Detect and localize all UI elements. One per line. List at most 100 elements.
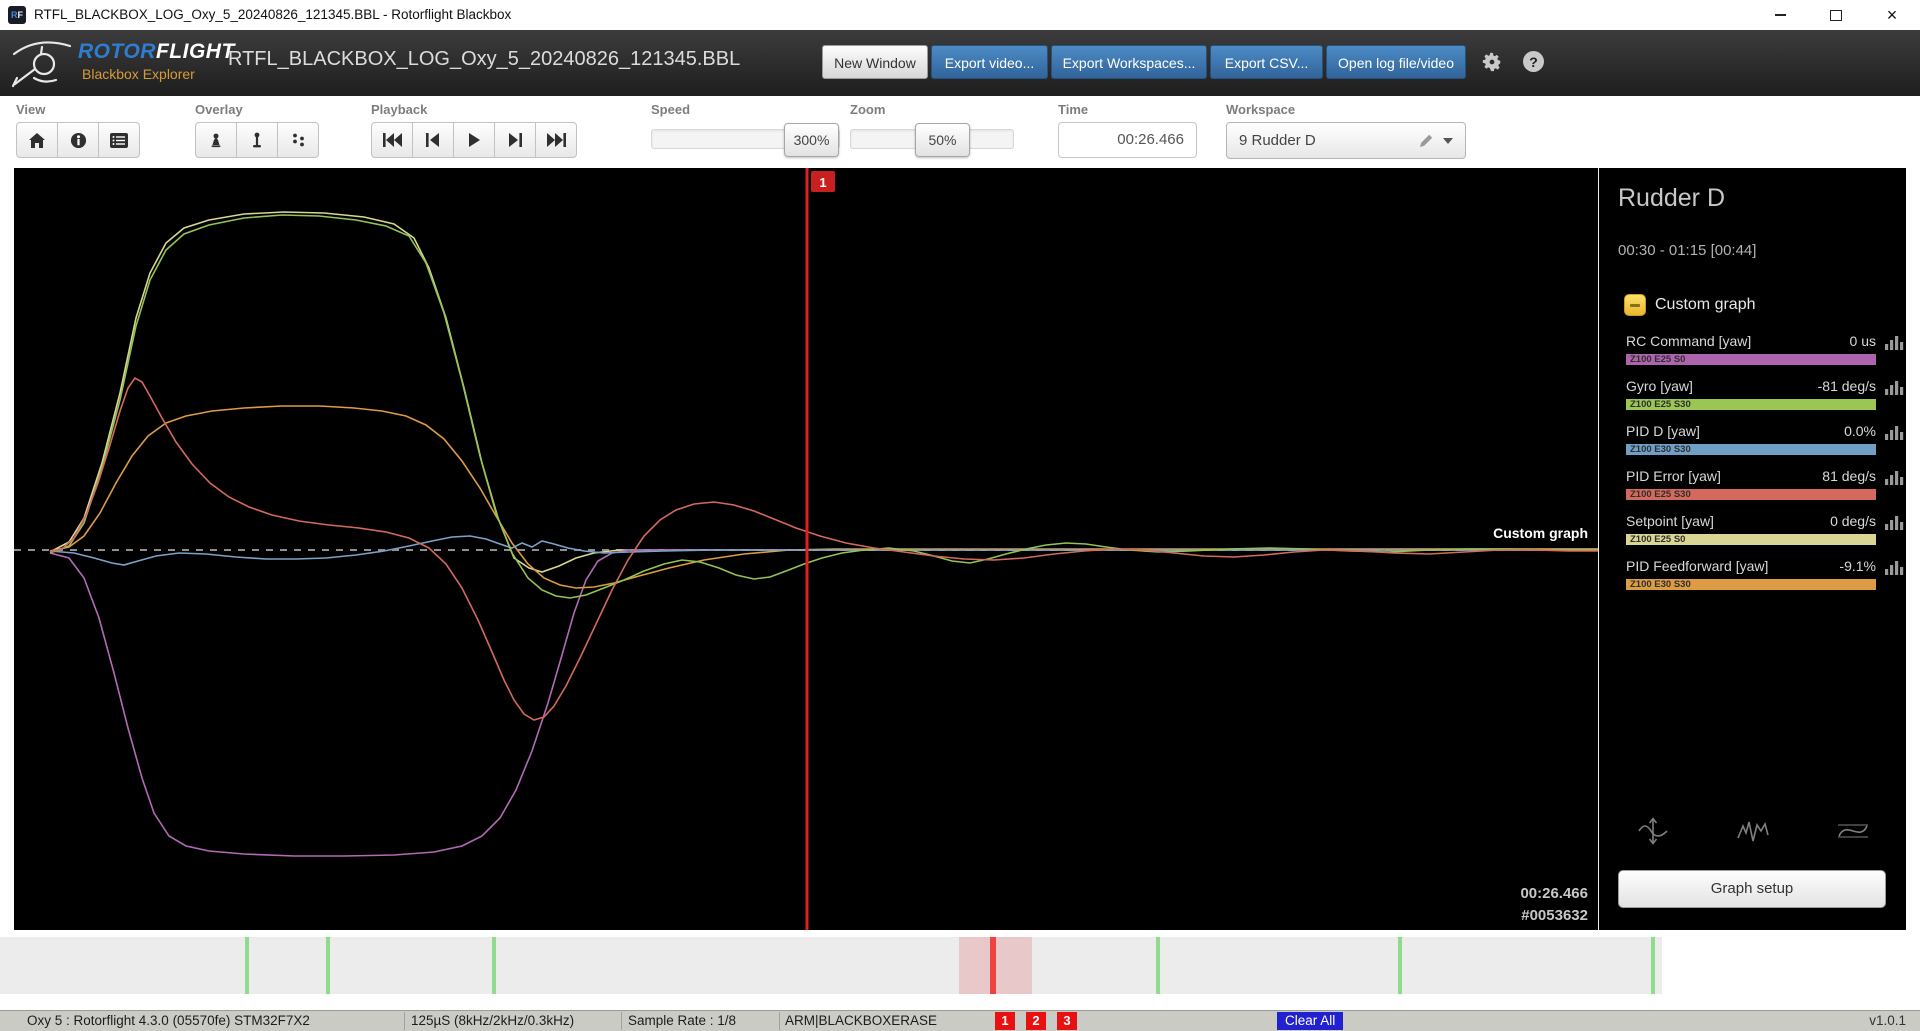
log-fields-icon (110, 132, 128, 148)
legend-field-row[interactable]: Setpoint [yaw] 0 deg/s Z100 E25 S0 (1626, 512, 1904, 555)
playback-group-label: Playback (371, 102, 428, 117)
workspace-select[interactable]: 9 Rudder D (1226, 122, 1466, 159)
status-debug-mode: ARM|BLACKBOXERASE (785, 1013, 938, 1028)
traces (49, 211, 1598, 857)
field-color-bar: Z100 E30 S30 (1626, 444, 1876, 455)
status-firmware: Oxy 5 : Rotorflight 4.3.0 (05570fe) STM3… (27, 1013, 310, 1028)
field-color-bar: Z100 E25 S0 (1626, 534, 1876, 545)
log-index-badge[interactable]: 1 (995, 1012, 1015, 1030)
playback-step-back-button[interactable] (412, 122, 454, 158)
toolbar: View Overlay Playback Speed Zoom Time Wo… (0, 96, 1920, 168)
chart-marker-label: 1 (819, 175, 826, 190)
speed-slider[interactable]: 300% (651, 122, 840, 158)
vertical-zoom-icon[interactable] (1636, 816, 1670, 851)
playback-jump-end-button[interactable] (535, 122, 577, 158)
collapse-graph-button[interactable] (1624, 294, 1646, 316)
craft-icon (211, 133, 221, 147)
graph-area: Custom graph 00:26.466 #0053632 1 Rudder… (14, 168, 1906, 930)
info-icon (70, 132, 86, 148)
seekbar-cursor[interactable] (990, 937, 996, 994)
seekbar[interactable] (0, 937, 1662, 994)
overlay-sticks-button[interactable] (277, 122, 319, 158)
smoothing-icon[interactable] (1836, 816, 1870, 851)
field-name: RC Command [yaw] (1626, 333, 1752, 349)
zoom-slider[interactable]: 50% (850, 122, 1014, 158)
brand-rotor: ROTOR (78, 40, 156, 63)
graph-legend-sidebar: Rudder D 00:30 - 01:15 [00:44] Custom gr… (1598, 168, 1906, 930)
export-csv-button[interactable]: Export CSV... (1210, 45, 1323, 79)
trace-pid-feedforward (49, 405, 1598, 589)
playback-jump-start-button[interactable] (371, 122, 413, 158)
chart-marker-flag[interactable]: 1 (811, 171, 835, 192)
maximize-button[interactable] (1808, 0, 1864, 30)
field-name: Gyro [yaw] (1626, 378, 1693, 394)
log-file-title: RTFL_BLACKBOX_LOG_Oxy_5_20240826_121345.… (228, 48, 741, 70)
field-analyser-icon[interactable] (1885, 426, 1904, 440)
playback-play-button[interactable] (453, 122, 495, 158)
view-log-info-button[interactable] (57, 122, 99, 158)
view-home-button[interactable] (16, 122, 58, 158)
overlay-group-label: Overlay (195, 102, 243, 117)
zoom-slider-thumb[interactable]: 50% (915, 123, 970, 157)
field-color-bar: Z100 E25 S30 (1626, 399, 1876, 410)
view-log-fields-button[interactable] (98, 122, 140, 158)
workspace-value: 9 Rudder D (1239, 132, 1316, 149)
workspace-title: Rudder D (1618, 184, 1725, 212)
legend-field-row[interactable]: PID Error [yaw] 81 deg/s Z100 E25 S30 (1626, 467, 1904, 510)
brand-name: ROTORFLIGHT (78, 40, 235, 64)
app-icon: RF (8, 6, 26, 24)
custom-graph-group-header[interactable]: Custom graph (1624, 294, 1756, 316)
minimize-icon (1774, 14, 1786, 16)
app-icon-f: F (17, 10, 24, 20)
step-back-icon (426, 133, 439, 147)
help-icon[interactable]: ? (1523, 51, 1544, 72)
field-analyser-icon[interactable] (1885, 336, 1904, 350)
legend-field-row[interactable]: RC Command [yaw] 0 us Z100 E25 S0 (1626, 332, 1904, 375)
overlay-stick-button[interactable] (236, 122, 278, 158)
trace-rc-command (49, 548, 1598, 857)
field-analyser-icon[interactable] (1885, 561, 1904, 575)
field-value: 0.0% (1844, 423, 1876, 439)
playback-step-forward-button[interactable] (494, 122, 536, 158)
legend-field-row[interactable]: PID Feedforward [yaw] -9.1% Z100 E30 S30 (1626, 557, 1904, 600)
field-analyser-icon[interactable] (1885, 516, 1904, 530)
time-input[interactable]: 00:26.466 (1058, 122, 1197, 158)
export-video-button[interactable]: Export video... (931, 45, 1048, 79)
field-analyser-icon[interactable] (1885, 471, 1904, 485)
new-window-button[interactable]: New Window (822, 45, 928, 79)
speed-slider-thumb[interactable]: 300% (784, 123, 839, 157)
expression-waveform-icon[interactable] (1736, 816, 1770, 851)
settings-gear-icon[interactable] (1481, 51, 1503, 78)
chart-cursor-time: 00:26.466 (1520, 885, 1588, 902)
jump-start-icon (382, 133, 402, 147)
legend-tool-icons (1626, 816, 1880, 851)
log-time-range: 00:30 - 01:15 [00:44] (1618, 242, 1757, 259)
field-value: 0 us (1849, 333, 1876, 349)
chart-canvas[interactable]: Custom graph 00:26.466 #0053632 1 (14, 168, 1598, 930)
overlay-craft-button[interactable] (195, 122, 237, 158)
minus-icon (1630, 303, 1640, 307)
home-icon (29, 132, 45, 148)
legend-field-row[interactable]: Gyro [yaw] -81 deg/s Z100 E25 S30 (1626, 377, 1904, 420)
clear-all-button[interactable]: Clear All (1277, 1012, 1344, 1030)
seekbar-event-marker (1398, 937, 1402, 994)
seekbar-event-marker (326, 937, 330, 994)
close-button[interactable]: × (1864, 0, 1920, 30)
export-workspaces-button[interactable]: Export Workspaces... (1051, 45, 1207, 79)
log-index-badge[interactable]: 3 (1057, 1012, 1077, 1030)
legend-field-row[interactable]: PID D [yaw] 0.0% Z100 E30 S30 (1626, 422, 1904, 465)
status-divider (404, 1012, 405, 1030)
window-title: RTFL_BLACKBOX_LOG_Oxy_5_20240826_121345.… (34, 7, 512, 22)
log-index-badge[interactable]: 2 (1026, 1012, 1046, 1030)
speed-group-label: Speed (651, 102, 691, 117)
field-value: -9.1% (1839, 558, 1876, 574)
step-forward-icon (509, 133, 522, 147)
open-log-button[interactable]: Open log file/video (1326, 45, 1466, 79)
field-tag: Z100 E25 S0 (1630, 534, 1686, 545)
close-icon: × (1886, 5, 1898, 25)
graph-setup-button[interactable]: Graph setup (1618, 870, 1886, 908)
field-tag: Z100 E25 S0 (1630, 354, 1686, 365)
field-analyser-icon[interactable] (1885, 381, 1904, 395)
minimize-button[interactable] (1752, 0, 1808, 30)
edit-pencil-icon[interactable] (1419, 134, 1433, 148)
